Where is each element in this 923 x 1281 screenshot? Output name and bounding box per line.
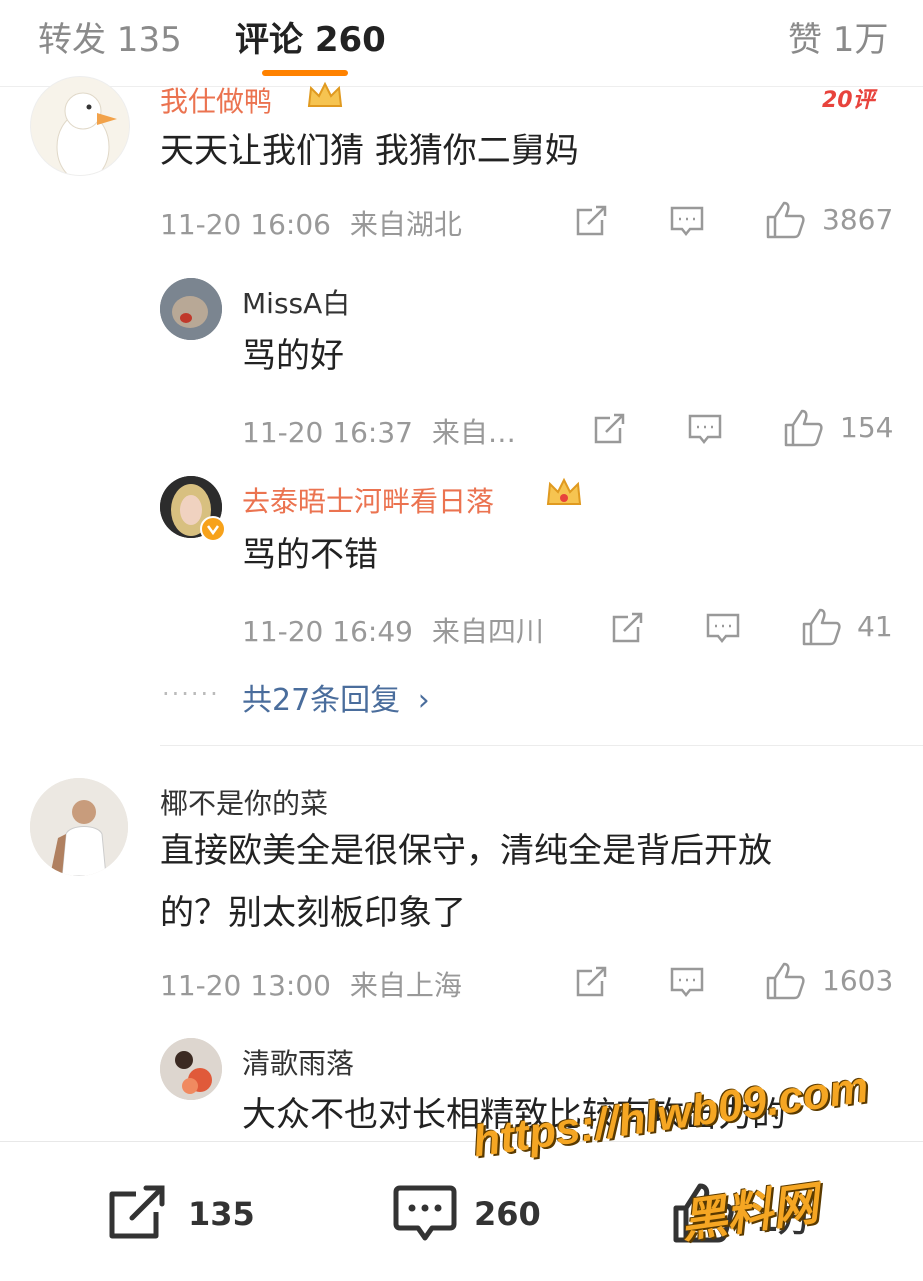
share-icon[interactable]: [572, 963, 610, 1001]
comment-text-line-1: 直接欧美全是很保守，清纯全是背后开放: [160, 831, 772, 871]
comment-time: 11-20 13:00 来自上海: [160, 964, 462, 1004]
time: 11-20 16:49: [242, 615, 413, 648]
username[interactable]: 椰不是你的菜: [160, 782, 328, 822]
avatar[interactable]: [30, 76, 130, 176]
location: 来自四川: [431, 615, 544, 648]
avatar[interactable]: [160, 1038, 222, 1100]
crown-badge-icon: [307, 81, 343, 107]
username[interactable]: 清歌雨落: [242, 1042, 354, 1082]
like-icon[interactable]: [764, 960, 806, 1002]
time: 11-20 16:37: [242, 416, 413, 449]
more-replies-label: 共27条回复: [242, 683, 401, 718]
divider: [160, 745, 923, 746]
tab-comments[interactable]: 评论 260: [235, 12, 386, 61]
avatar[interactable]: [160, 278, 222, 340]
comment-icon[interactable]: [392, 1182, 458, 1244]
location: 来自上海: [349, 969, 462, 1002]
repost-icon[interactable]: [106, 1182, 170, 1242]
comment-text-line-2: 的？别太刻板印象了: [160, 893, 466, 933]
tab-bar: 转发 135 评论 260 赞 1万: [0, 0, 923, 87]
reply-text: 骂的不错: [242, 535, 378, 575]
comment-time: 11-20 16:06 来自湖北: [160, 203, 462, 243]
tab-likes[interactable]: 赞 1万: [788, 12, 888, 61]
location: 来自湖北: [349, 208, 462, 241]
comment-icon[interactable]: [668, 963, 706, 1001]
repost-count[interactable]: 135: [188, 1195, 255, 1233]
reply-time: 11-20 16:37 来自…: [242, 411, 516, 451]
reply-time: 11-20 16:49 来自四川: [242, 610, 544, 650]
like-icon[interactable]: [764, 199, 806, 241]
tab-repost[interactable]: 转发 135: [38, 12, 182, 61]
comment-icon[interactable]: [686, 410, 724, 448]
comment-icon[interactable]: [704, 609, 742, 647]
location: 来自…: [431, 416, 516, 449]
share-icon[interactable]: [590, 410, 628, 448]
username[interactable]: MissA白: [242, 282, 350, 322]
active-tab-indicator: [262, 70, 348, 76]
like-icon[interactable]: [800, 606, 842, 648]
ellipsis-icon: ······: [162, 680, 220, 708]
verified-badge-icon: [200, 516, 226, 542]
more-replies-link[interactable]: 共27条回复 ›: [242, 675, 430, 719]
comment-icon[interactable]: [668, 202, 706, 240]
chevron-right-icon: ›: [417, 683, 430, 718]
fan-tag: 20评: [822, 88, 875, 113]
reply-text: 骂的好: [242, 336, 344, 376]
time: 11-20 13:00: [160, 969, 331, 1002]
like-icon[interactable]: [782, 407, 824, 449]
flower-avatar-icon: [160, 1038, 222, 1100]
time: 11-20 16:06: [160, 208, 331, 241]
comment-text: 天天让我们猜 我猜你二舅妈: [160, 131, 579, 171]
duck-avatar-icon: [31, 77, 129, 175]
cat-avatar-icon: [160, 278, 222, 340]
share-icon[interactable]: [608, 609, 646, 647]
like-count: 154: [840, 411, 894, 444]
avatar[interactable]: [30, 778, 128, 876]
comment-count[interactable]: 260: [474, 1195, 541, 1233]
share-icon[interactable]: [572, 202, 610, 240]
username[interactable]: 我仕做鸭: [160, 80, 272, 120]
crown-badge-icon: [546, 477, 582, 505]
like-count: 41: [857, 610, 893, 643]
like-count: 3867: [822, 203, 894, 236]
username[interactable]: 去泰晤士河畔看日落: [242, 480, 494, 520]
like-count: 1603: [822, 964, 894, 997]
selfie-avatar-icon: [30, 778, 128, 876]
